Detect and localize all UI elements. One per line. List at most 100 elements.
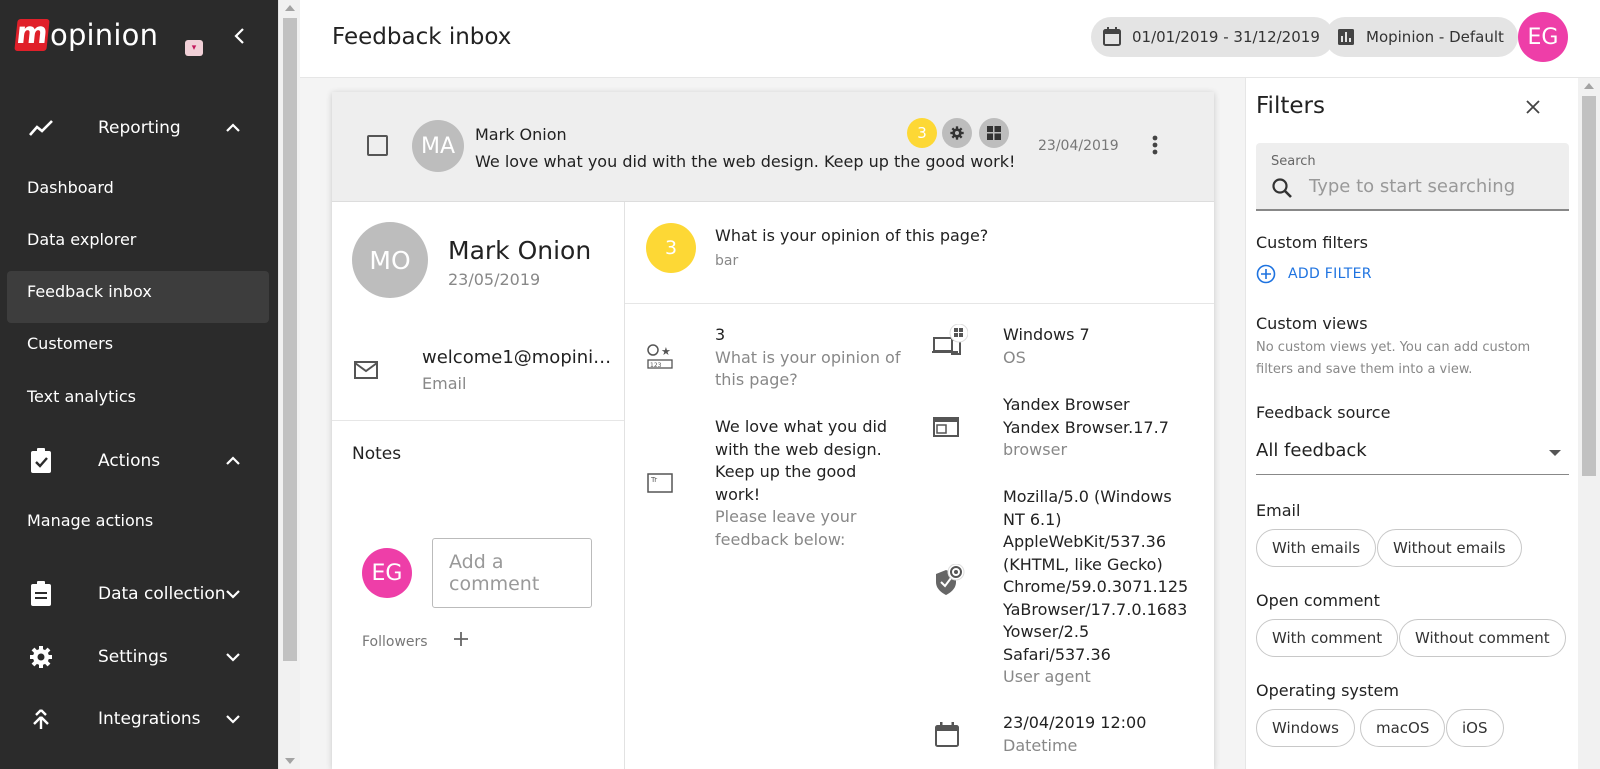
nav-section-data-collection[interactable]: Data collection (0, 568, 278, 620)
divider (332, 420, 624, 421)
user-agent-meta: Mozilla/5.0 (Windows NT 6.1) AppleWebKit… (1003, 486, 1193, 689)
os-value: Windows 7 (1003, 325, 1090, 344)
bar-chart-icon (1335, 26, 1357, 48)
logo-mark: m (14, 16, 50, 51)
sidebar-item-data-explorer[interactable]: Data explorer (27, 230, 136, 249)
os-label: OS (1003, 347, 1026, 367)
scroll-thumb[interactable] (1582, 96, 1596, 476)
device-os-icon (932, 323, 969, 355)
feedback-date: 23/04/2019 (1038, 138, 1119, 154)
date-range-chip[interactable]: 01/01/2019 - 31/12/2019 (1091, 17, 1334, 57)
user-avatar[interactable]: EG (1518, 12, 1568, 62)
nav-section-settings[interactable]: Settings (0, 631, 278, 683)
os-macos-chip[interactable]: macOS (1360, 709, 1446, 747)
scroll-down-icon[interactable] (285, 758, 295, 764)
app-root: m opinion ▾ Reporting Dashboard Data exp… (0, 0, 1600, 769)
add-filter-button[interactable]: ADD FILTER (1256, 264, 1372, 284)
with-emails-chip[interactable]: With emails (1256, 529, 1377, 567)
rating-question: What is your opinion of this page? (715, 347, 901, 390)
clipboard-check-icon (28, 448, 54, 474)
windows-icon (979, 118, 1009, 148)
scroll-thumb[interactable] (283, 18, 297, 661)
comment-input[interactable]: Add a comment (432, 538, 592, 608)
without-emails-chip[interactable]: Without emails (1377, 529, 1522, 567)
rating-answer: 3 What is your opinion of this page? (715, 324, 905, 392)
search-placeholder: Type to start searching (1309, 176, 1516, 197)
custom-views-heading: Custom views (1256, 314, 1368, 333)
open-text: We love what you did with the web design… (715, 417, 888, 504)
response-panel: 3 What is your opinion of this page? bar… (625, 202, 1214, 769)
browser-meta: Yandex Browser Yandex Browser.17.7 brows… (1003, 394, 1203, 462)
divider (625, 303, 1214, 304)
open-answer: We love what you did with the web design… (715, 416, 895, 551)
customer-avatar: MO (352, 222, 428, 298)
question-type: bar (715, 253, 739, 269)
rating-icon: ★ 123 (646, 343, 674, 371)
more-options-icon[interactable] (1150, 134, 1160, 156)
shop-badge-icon: ▾ (185, 40, 203, 56)
feedback-card-header[interactable]: MA Mark Onion We love what you did with … (332, 92, 1214, 202)
search-label: Search (1271, 154, 1316, 169)
chevron-up-icon (224, 119, 242, 137)
nav-section-reporting[interactable]: Reporting (0, 102, 278, 154)
filters-panel: Filters Search Type to start searching C… (1245, 78, 1578, 769)
followers-label: Followers (362, 634, 428, 650)
with-comment-chip[interactable]: With comment (1256, 619, 1399, 657)
select-checkbox[interactable] (367, 135, 388, 156)
rating-value: 3 (715, 325, 726, 344)
gear-icon (942, 118, 972, 148)
collapse-sidebar-button[interactable] (230, 24, 250, 48)
os-meta: Windows 7 OS (1003, 324, 1203, 369)
sidebar-item-customers[interactable]: Customers (27, 334, 113, 353)
date-range-label: 01/01/2019 - 31/12/2019 (1132, 28, 1320, 46)
merge-icon (28, 706, 54, 732)
nav-section-actions[interactable]: Actions (0, 435, 278, 487)
search-input[interactable]: Search Type to start searching (1256, 143, 1569, 211)
sidebar-item-feedback-inbox[interactable]: Feedback inbox (27, 282, 152, 301)
main-scrollbar[interactable] (278, 0, 300, 769)
svg-text:Tr: Tr (650, 476, 657, 484)
text-field-icon: Tr (646, 471, 674, 499)
question-score-badge: 3 (646, 223, 696, 273)
close-icon[interactable] (1524, 98, 1542, 116)
browser-window-icon (933, 416, 961, 444)
feedback-author: Mark Onion (475, 125, 567, 144)
browser-label: browser (1003, 440, 1068, 459)
browser-value: Yandex Browser (1003, 395, 1130, 414)
logo-text: opinion (50, 18, 159, 52)
chevron-down-icon (224, 710, 242, 728)
customer-email[interactable]: welcome1@mopinion.com (422, 347, 612, 368)
operating-system-heading: Operating system (1256, 681, 1399, 700)
notes-title: Notes (352, 444, 402, 464)
sidebar-item-text-analytics[interactable]: Text analytics (27, 387, 136, 406)
datetime-label: Datetime (1003, 735, 1078, 755)
feedback-source-value: All feedback (1256, 440, 1367, 461)
feedback-card: MA Mark Onion We love what you did with … (332, 92, 1214, 769)
chevron-down-icon (224, 585, 242, 603)
search-icon (1271, 177, 1293, 199)
page-title: Feedback inbox (332, 24, 512, 50)
sidebar-item-dashboard[interactable]: Dashboard (27, 178, 114, 197)
add-follower-icon[interactable] (452, 630, 470, 648)
logo: m opinion (14, 16, 159, 52)
nav-section-label: Settings (98, 647, 168, 667)
chevron-up-icon (224, 452, 242, 470)
feedback-source-select[interactable]: All feedback (1256, 433, 1569, 475)
score-badge: 3 (907, 118, 937, 148)
sidebar: m opinion ▾ Reporting Dashboard Data exp… (0, 0, 278, 769)
without-comment-chip[interactable]: Without comment (1399, 619, 1566, 657)
custom-views-text: No custom views yet. You can add custom … (1256, 340, 1531, 377)
nav-section-integrations[interactable]: Integrations (0, 693, 278, 745)
os-windows-chip[interactable]: Windows (1256, 709, 1355, 747)
customer-panel: MO Mark Onion 23/05/2019 welcome1@mopini… (332, 202, 625, 769)
nav-section-label: Data collection (98, 584, 226, 604)
report-selector-chip[interactable]: Mopinion - Default (1325, 17, 1518, 57)
scroll-up-icon[interactable] (1584, 83, 1594, 89)
os-ios-chip[interactable]: iOS (1446, 709, 1504, 747)
chevron-down-icon (224, 648, 242, 666)
question-text: What is your opinion of this page? (715, 226, 989, 245)
filters-scrollbar[interactable] (1578, 78, 1600, 769)
sidebar-item-manage-actions[interactable]: Manage actions (27, 511, 153, 530)
scroll-up-icon[interactable] (285, 5, 295, 11)
chevron-left-icon (234, 28, 244, 44)
